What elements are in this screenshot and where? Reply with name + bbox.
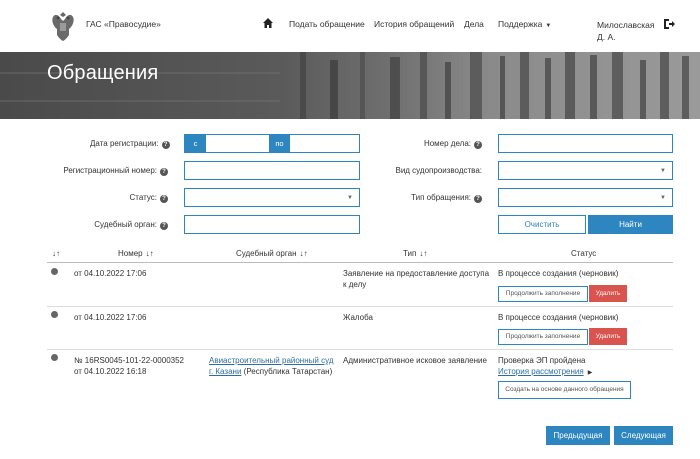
column-header-type[interactable]: Тип ↓↑ — [403, 249, 427, 258]
user-surname: Милославская — [597, 20, 655, 30]
appeal-type-label-text: Тип обращения: — [411, 193, 471, 202]
help-icon[interactable]: ? — [160, 168, 168, 176]
row3-court: Авиастроительный районный суд г. Казани … — [209, 355, 341, 377]
date-to-tag: по — [269, 135, 290, 152]
court-link-city[interactable]: г. Казани — [209, 367, 241, 376]
case-number-label: Номер дела:? — [410, 139, 482, 149]
date-from-tag: с — [185, 135, 206, 152]
continue-filling-button[interactable]: Продолжить заполнение — [498, 286, 588, 302]
top-navbar: ГАС «Правосудие» Подать обращение Истори… — [0, 0, 700, 52]
column-header-court[interactable]: Судебный орган ↓↑ — [236, 249, 308, 258]
status-select[interactable]: ▼ — [184, 188, 360, 207]
proceeding-type-select[interactable]: ▼ — [498, 161, 673, 180]
home-icon[interactable] — [262, 16, 274, 30]
page-banner: Обращения — [0, 52, 700, 119]
column-header-type-label: Тип — [403, 249, 417, 258]
emblem-icon[interactable] — [47, 9, 79, 43]
nav-support-label: Поддержка — [498, 19, 543, 29]
page: ГАС «Правосудие» Подать обращение Истори… — [0, 0, 700, 459]
user-initials: Д. А. — [597, 32, 616, 42]
nav-submit-appeal[interactable]: Подать обращение — [289, 19, 365, 29]
court-input[interactable] — [184, 215, 360, 234]
chevron-down-icon: ▼ — [660, 168, 666, 174]
row3-type: Административное исковое заявление — [343, 356, 487, 365]
status-label: Статус:? — [120, 193, 168, 203]
status-dot-icon — [51, 354, 58, 361]
row2-type: Жалоба — [343, 313, 373, 322]
table-header-divider — [47, 262, 673, 263]
row2-date: от 04.10.2022 17:06 — [74, 313, 147, 322]
history-link[interactable]: История рассмотрения — [498, 367, 584, 376]
court-label-text: Судебный орган: — [94, 220, 157, 229]
create-based-on-button[interactable]: Создать на основе данного обращения — [498, 381, 631, 399]
triangle-right-icon[interactable]: ▶ — [588, 370, 593, 376]
appeal-type-select[interactable]: ▼ — [498, 188, 673, 207]
case-number-input[interactable] — [498, 134, 673, 153]
court-link[interactable]: Авиастроительный районный суд — [209, 356, 333, 365]
reg-date-range: с по — [184, 134, 360, 153]
row1-date: от 04.10.2022 17:06 — [74, 269, 147, 278]
row3-number-block: № 16RS0045-101-22-0000352 от 04.10.2022 … — [74, 355, 184, 377]
chevron-down-icon: ▼ — [347, 195, 353, 201]
nav-cases[interactable]: Дела — [464, 19, 484, 29]
sort-icon[interactable]: ↓↑ — [52, 249, 60, 258]
row1-type: Заявление на предоставление доступа к де… — [343, 268, 495, 290]
row1-type-line2: к делу — [343, 280, 367, 289]
brand-name[interactable]: ГАС «Правосудие» — [86, 19, 161, 29]
row1-status: В процессе создания (черновик) — [498, 269, 619, 278]
sort-icon: ↓↑ — [145, 249, 154, 258]
help-icon[interactable]: ? — [160, 222, 168, 230]
delete-button[interactable]: Удалить — [589, 285, 627, 302]
status-dot-icon — [51, 311, 58, 318]
row3-status: Проверка ЭП пройдена — [498, 356, 586, 365]
continue-filling-button[interactable]: Продолжить заполнение — [498, 329, 588, 345]
chevron-down-icon: ▼ — [660, 195, 666, 201]
court-region: (Республика Татарстан) — [243, 367, 333, 376]
sort-icon: ↓↑ — [419, 249, 428, 258]
nav-support[interactable]: Поддержка ▼ — [498, 19, 551, 29]
appeal-type-label: Тип обращения:? — [400, 193, 482, 203]
help-icon[interactable]: ? — [161, 141, 170, 149]
court-label: Судебный орган:? — [90, 220, 168, 230]
status-dot-icon — [51, 268, 58, 275]
column-header-number[interactable]: Номер ↓↑ — [118, 249, 154, 258]
row2-status: В процессе создания (черновик) — [498, 313, 619, 322]
reg-date-label: Дата регистрации:? — [90, 139, 170, 149]
find-button[interactable]: Найти — [588, 215, 673, 234]
delete-button[interactable]: Удалить — [589, 328, 627, 345]
nav-appeal-history[interactable]: История обращений — [374, 19, 454, 29]
logout-icon[interactable] — [663, 18, 675, 30]
column-header-status: Статус — [571, 249, 597, 258]
column-header-court-label: Судебный орган — [236, 249, 297, 258]
row-divider — [47, 349, 673, 350]
help-icon[interactable]: ? — [474, 195, 482, 203]
clear-button[interactable]: Очистить — [498, 215, 586, 234]
reg-number-label-text: Регистрационный номер: — [63, 166, 157, 175]
date-to-input[interactable] — [290, 135, 359, 152]
date-from-input[interactable] — [206, 135, 269, 152]
prev-page-button[interactable]: Предыдущая — [546, 426, 610, 445]
row3-date: от 04.10.2022 16:18 — [74, 367, 147, 376]
row3-status-block: Проверка ЭП пройдена История рассмотрени… — [498, 355, 592, 379]
column-header-number-label: Номер — [118, 249, 143, 258]
case-number-label-text: Номер дела: — [423, 139, 471, 148]
status-label-text: Статус: — [129, 193, 157, 202]
row3-number[interactable]: № 16RS0045-101-22-0000352 — [74, 355, 184, 366]
chevron-down-icon: ▼ — [545, 23, 552, 29]
page-title: Обращения — [47, 62, 159, 84]
user-name[interactable]: Милославская Д. А. — [597, 19, 657, 43]
row1-type-line1: Заявление на предоставление доступа — [343, 269, 490, 278]
sort-icon: ↓↑ — [299, 249, 308, 258]
next-page-button[interactable]: Следующая — [614, 426, 673, 445]
reg-number-input[interactable] — [184, 161, 360, 180]
help-icon[interactable]: ? — [474, 141, 482, 149]
row-divider — [47, 306, 673, 307]
proceeding-type-label: Вид судопроизводства: — [395, 166, 482, 175]
reg-date-label-text: Дата регистрации: — [90, 139, 159, 148]
reg-number-label: Регистрационный номер:? — [50, 166, 168, 176]
help-icon[interactable]: ? — [160, 195, 168, 203]
